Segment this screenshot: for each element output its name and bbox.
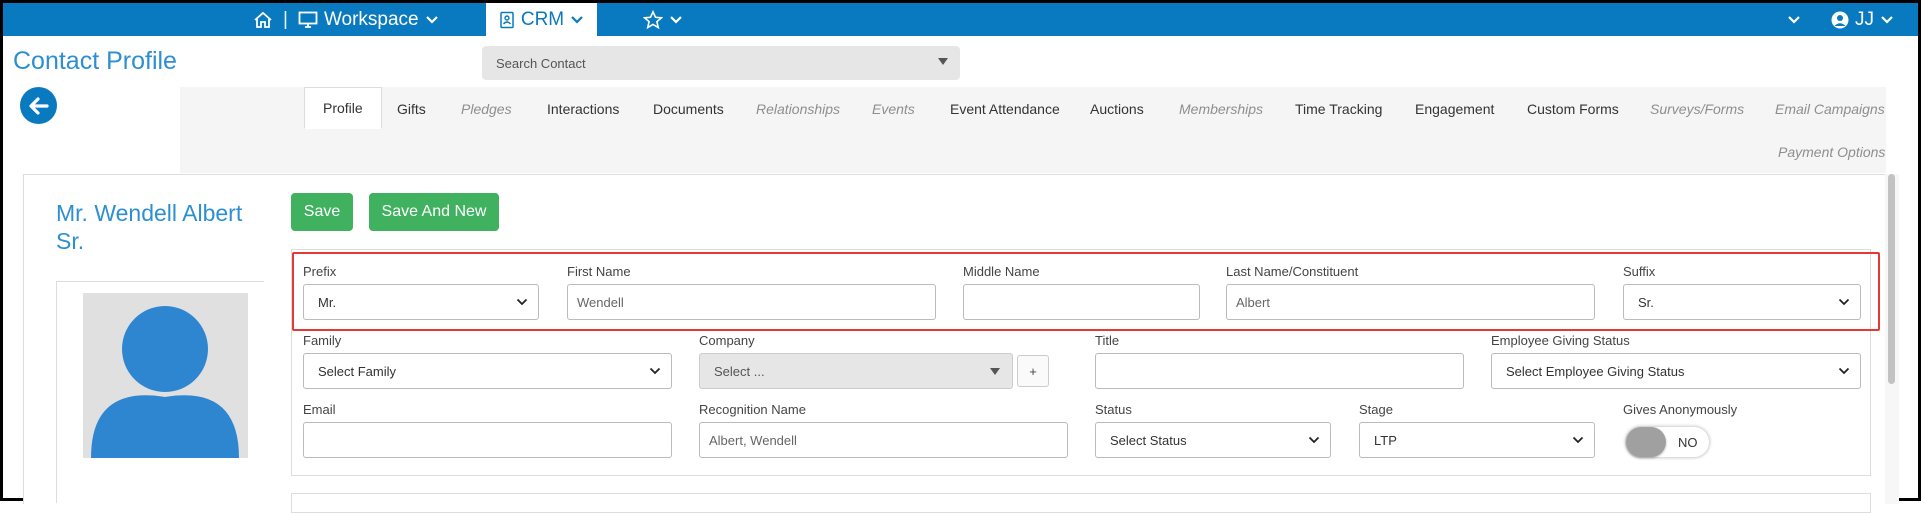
- chevron-down-icon: [1308, 436, 1320, 444]
- company-value: Select ...: [714, 363, 765, 379]
- employee-giving-value: Select Employee Giving Status: [1506, 363, 1685, 379]
- page-title: Contact Profile: [13, 47, 177, 75]
- recognition-name-input[interactable]: Albert, Wendell: [699, 422, 1068, 458]
- user-silhouette-icon: [91, 306, 239, 458]
- user-initials: JJ: [1855, 8, 1874, 30]
- toggle-knob: [1626, 427, 1666, 457]
- chevron-down-icon: [1572, 436, 1584, 444]
- vertical-scrollbar[interactable]: [1885, 174, 1899, 504]
- company-label: Company: [699, 333, 755, 348]
- contact-book-icon: [499, 11, 515, 29]
- stage-value: LTP: [1374, 432, 1397, 448]
- workspace-menu[interactable]: | Workspace: [253, 3, 439, 36]
- tab-relationships[interactable]: Relationships: [756, 101, 840, 117]
- workspace-label: Workspace: [323, 8, 419, 30]
- tab-event-attendance[interactable]: Event Attendance: [950, 101, 1060, 117]
- top-navigation-bar: | Workspace CRM JJ: [3, 3, 1918, 36]
- contact-name-line1: Mr. Wendell Albert: [56, 200, 243, 226]
- chevron-down-icon: [425, 15, 439, 25]
- stage-select[interactable]: LTP: [1359, 422, 1595, 458]
- stage-label: Stage: [1359, 402, 1393, 417]
- gives-anonymously-toggle[interactable]: NO: [1625, 426, 1710, 458]
- title-label: Title: [1095, 333, 1120, 348]
- profile-tabs: Profile Gifts Pledges Interactions Docum…: [180, 87, 1886, 173]
- avatar[interactable]: [83, 293, 248, 458]
- crm-label: CRM: [520, 8, 565, 30]
- chevron-down-icon: [649, 367, 661, 375]
- search-contact-input[interactable]: Search Contact: [482, 46, 960, 80]
- user-avatar-icon: [1831, 11, 1849, 29]
- chevron-down-icon: [1787, 15, 1801, 25]
- save-and-new-button[interactable]: Save And New: [369, 193, 499, 231]
- status-label: Status: [1095, 402, 1132, 417]
- chevron-down-icon: [1880, 15, 1894, 25]
- tab-pledges[interactable]: Pledges: [461, 101, 512, 117]
- tab-memberships[interactable]: Memberships: [1179, 101, 1263, 117]
- tab-custom-forms[interactable]: Custom Forms: [1527, 101, 1619, 117]
- arrow-left-icon: [28, 96, 49, 115]
- email-input[interactable]: [303, 422, 672, 458]
- title-input[interactable]: [1095, 353, 1464, 389]
- notifications-menu[interactable]: [1787, 3, 1801, 36]
- caret-down-icon: [938, 58, 948, 65]
- status-value: Select Status: [1110, 432, 1187, 448]
- lower-section-panel: [291, 493, 1871, 513]
- tab-events[interactable]: Events: [872, 101, 915, 117]
- gives-anonymously-label: Gives Anonymously: [1623, 402, 1738, 417]
- company-select[interactable]: Select ...: [699, 353, 1013, 389]
- tab-payment-options[interactable]: Payment Options: [1778, 144, 1885, 160]
- recognition-name-label: Recognition Name: [699, 402, 806, 417]
- email-label: Email: [303, 402, 336, 417]
- search-placeholder: Search Contact: [496, 55, 586, 71]
- family-select[interactable]: Select Family: [303, 353, 672, 389]
- contact-full-name: Mr. Wendell Albert Sr.: [56, 199, 256, 255]
- chevron-down-icon: [570, 15, 584, 25]
- toggle-state: NO: [1678, 435, 1698, 450]
- chevron-down-icon: [669, 15, 683, 25]
- user-menu[interactable]: JJ: [1831, 3, 1894, 36]
- favorites-menu[interactable]: [643, 3, 683, 36]
- tab-documents[interactable]: Documents: [653, 101, 724, 117]
- tab-time-tracking[interactable]: Time Tracking: [1295, 101, 1382, 117]
- employee-giving-label: Employee Giving Status: [1491, 333, 1630, 348]
- tab-engagement[interactable]: Engagement: [1415, 101, 1494, 117]
- chevron-down-icon: [1838, 367, 1850, 375]
- crm-menu[interactable]: CRM: [486, 3, 597, 36]
- employee-giving-select[interactable]: Select Employee Giving Status: [1491, 353, 1861, 389]
- home-icon[interactable]: [253, 10, 273, 30]
- caret-down-icon: [990, 368, 1000, 375]
- add-company-button[interactable]: +: [1017, 355, 1049, 387]
- tab-profile[interactable]: Profile: [304, 87, 382, 129]
- tab-auctions[interactable]: Auctions: [1090, 101, 1144, 117]
- star-icon: [643, 9, 663, 30]
- scrollbar-thumb[interactable]: [1888, 174, 1895, 384]
- save-button[interactable]: Save: [291, 193, 353, 231]
- monitor-icon: [298, 11, 318, 29]
- status-select[interactable]: Select Status: [1095, 422, 1331, 458]
- contact-name-line2: Sr.: [56, 228, 85, 254]
- back-button[interactable]: [20, 87, 57, 124]
- name-fields-highlight: [292, 252, 1880, 331]
- tab-interactions[interactable]: Interactions: [547, 101, 619, 117]
- tab-surveys-forms[interactable]: Surveys/Forms: [1650, 101, 1744, 117]
- tab-email-campaigns[interactable]: Email Campaigns: [1775, 101, 1885, 117]
- family-label: Family: [303, 333, 342, 348]
- family-value: Select Family: [318, 363, 397, 379]
- separator: |: [283, 8, 288, 30]
- tab-gifts[interactable]: Gifts: [397, 101, 426, 117]
